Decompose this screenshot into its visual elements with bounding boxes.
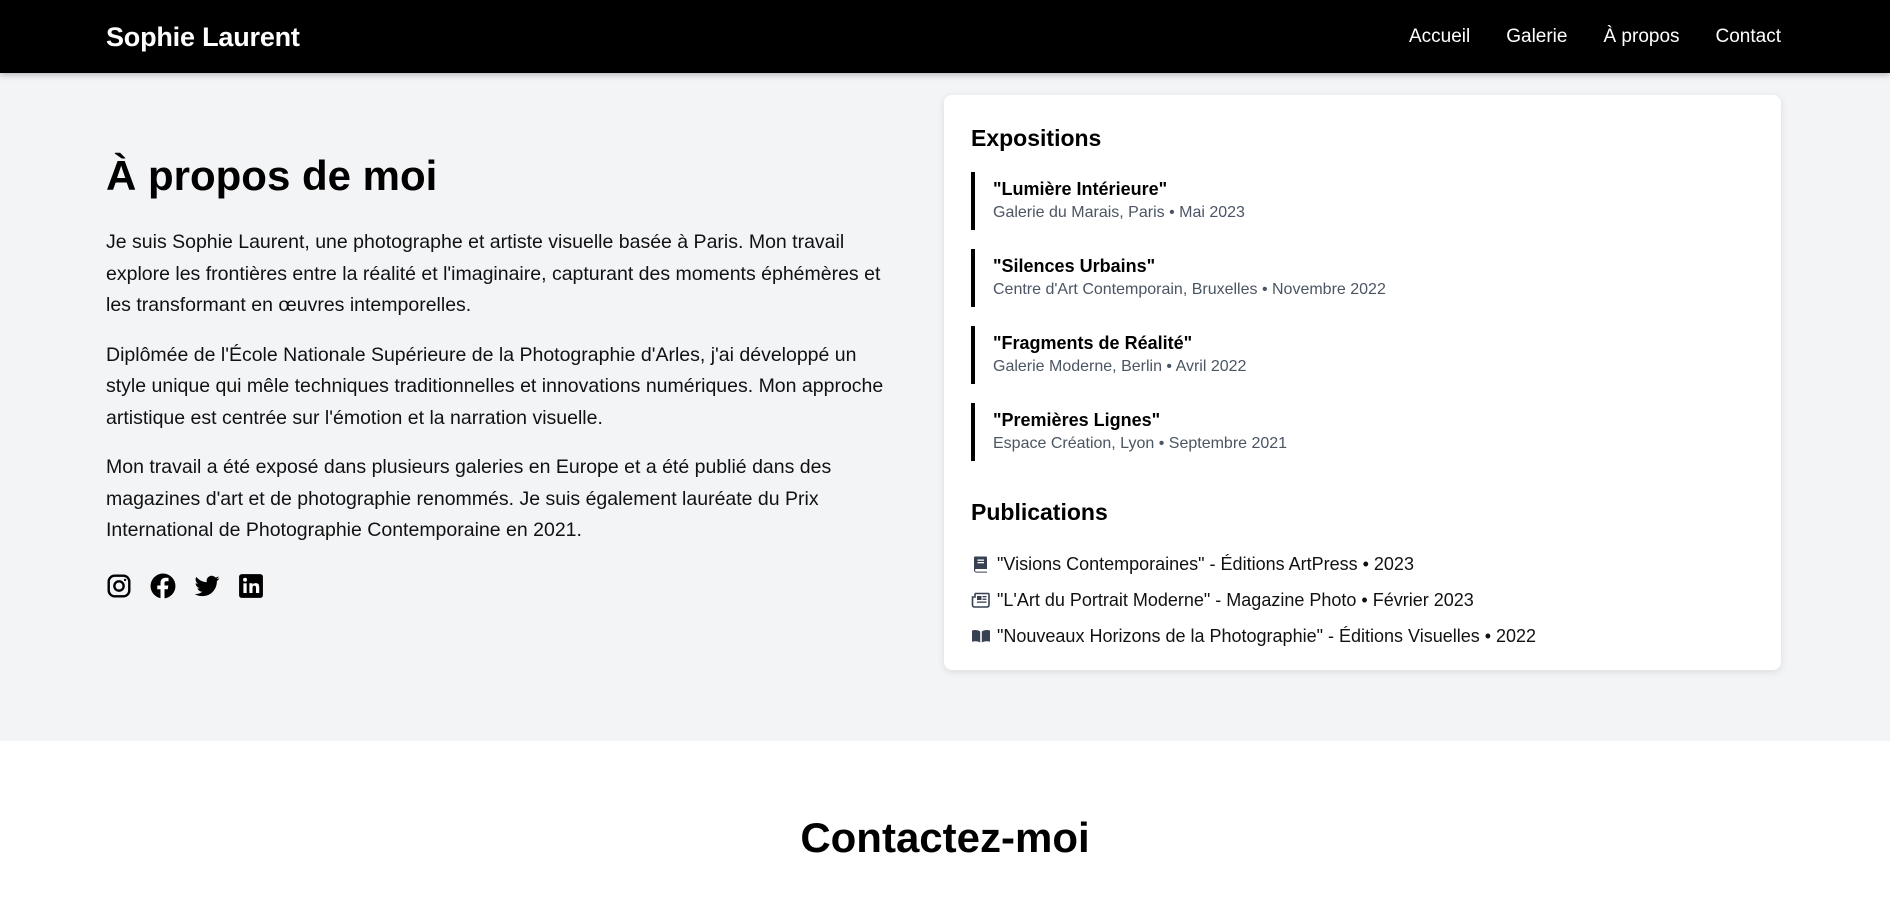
publication-text: "L'Art du Portrait Moderne" - Magazine P… xyxy=(997,589,1474,610)
nav-link-a-propos[interactable]: À propos xyxy=(1603,26,1679,48)
exhibition-item: "Silences Urbains" Centre d'Art Contempo… xyxy=(971,249,1751,307)
exhibition-title: "Fragments de Réalité" xyxy=(993,333,1193,353)
social-links xyxy=(106,573,264,599)
book-icon xyxy=(971,554,991,574)
contact-section: Contactez-moi xyxy=(0,741,1890,898)
publication-item: "Nouveaux Horizons de la Photographie" -… xyxy=(971,618,1536,654)
instagram-icon[interactable] xyxy=(106,573,132,599)
newspaper-icon xyxy=(971,590,991,610)
exhibitions-heading: Expositions xyxy=(971,125,1102,151)
nav-link-galerie[interactable]: Galerie xyxy=(1506,26,1567,48)
nav-links: Accueil Galerie À propos Contact xyxy=(1409,26,1781,48)
top-navbar: Sophie Laurent Accueil Galerie À propos … xyxy=(0,0,1890,73)
exhibition-item: "Premières Lignes" Espace Création, Lyon… xyxy=(971,403,1751,461)
linkedin-icon[interactable] xyxy=(238,573,264,599)
book-open-icon xyxy=(971,626,991,646)
publications-list: "Visions Contemporaines" - Éditions ArtP… xyxy=(971,546,1536,654)
exhibition-item: "Fragments de Réalité" Galerie Moderne, … xyxy=(971,326,1751,384)
bio-paragraph-1: Je suis Sophie Laurent, une photographe … xyxy=(106,231,881,316)
exhibition-item: "Lumière Intérieure" Galerie du Marais, … xyxy=(971,172,1751,230)
site-brand[interactable]: Sophie Laurent xyxy=(106,22,300,53)
nav-link-contact[interactable]: Contact xyxy=(1716,26,1781,48)
contact-title: Contactez-moi xyxy=(800,814,1090,861)
about-section: À propos de moi Je suis Sophie Laurent, … xyxy=(0,73,1890,741)
exhibitions-list: "Lumière Intérieure" Galerie du Marais, … xyxy=(971,172,1751,480)
facebook-icon[interactable] xyxy=(150,573,176,599)
publication-text: "Visions Contemporaines" - Éditions ArtP… xyxy=(997,553,1414,574)
exhibition-meta: Espace Création, Lyon • Septembre 2021 xyxy=(993,435,1288,452)
exhibition-title: "Silences Urbains" xyxy=(993,256,1156,276)
nav-link-accueil[interactable]: Accueil xyxy=(1409,26,1470,48)
bio-text: Je suis Sophie Laurent, une photographe … xyxy=(106,227,896,565)
about-title: À propos de moi xyxy=(106,152,438,199)
exhibitions-publications-card: Expositions "Lumière Intérieure" Galerie… xyxy=(944,95,1781,670)
publication-item: "L'Art du Portrait Moderne" - Magazine P… xyxy=(971,582,1536,618)
publication-item: "Visions Contemporaines" - Éditions ArtP… xyxy=(971,546,1536,582)
exhibition-title: "Lumière Intérieure" xyxy=(993,179,1168,199)
bio-paragraph-2: Diplômée de l'École Nationale Supérieure… xyxy=(106,343,884,429)
publications-heading: Publications xyxy=(971,499,1108,525)
twitter-icon[interactable] xyxy=(194,573,220,599)
exhibition-title: "Premières Lignes" xyxy=(993,410,1161,430)
exhibition-meta: Centre d'Art Contemporain, Bruxelles • N… xyxy=(993,281,1386,298)
bio-paragraph-3: Mon travail a été exposé dans plusieurs … xyxy=(106,456,832,541)
exhibition-meta: Galerie Moderne, Berlin • Avril 2022 xyxy=(993,358,1247,375)
exhibition-meta: Galerie du Marais, Paris • Mai 2023 xyxy=(993,204,1245,221)
publication-text: "Nouveaux Horizons de la Photographie" -… xyxy=(997,625,1537,646)
